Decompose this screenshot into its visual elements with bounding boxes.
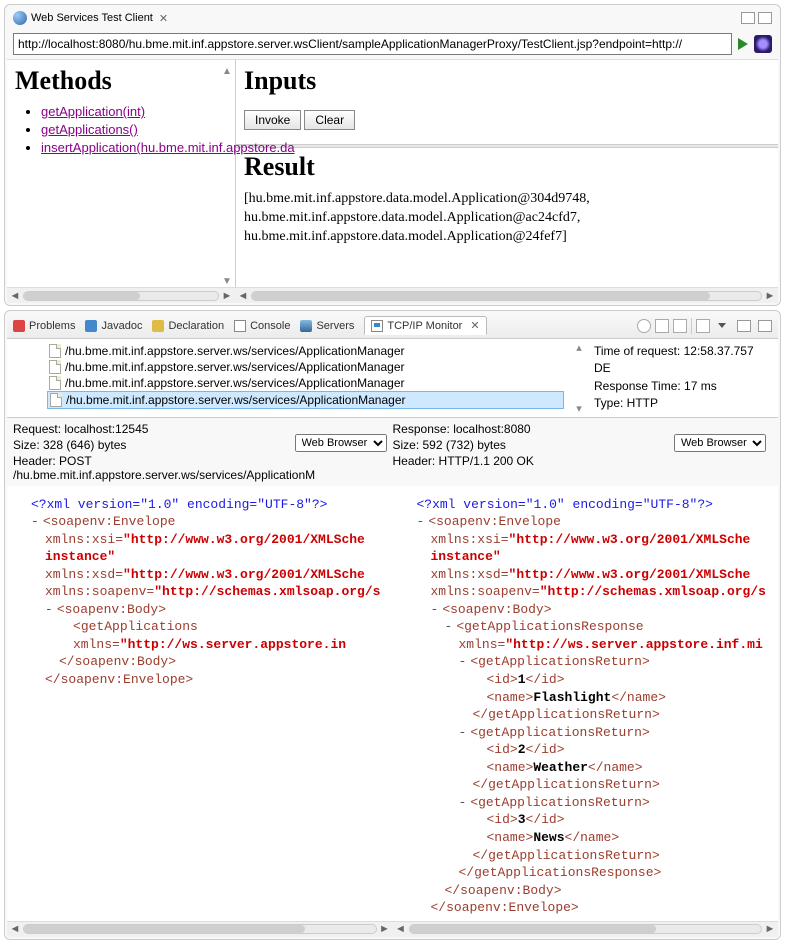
methods-hscroll[interactable]: ◄► <box>7 287 235 303</box>
request-meta: Request: localhost:12545 Size: 328 (646)… <box>13 422 393 482</box>
request-info: Time of request: 12:58.37.757 DE Respons… <box>588 339 778 417</box>
response-xml-hscroll[interactable]: ◄► <box>393 921 779 937</box>
clear-button[interactable]: Clear <box>304 110 355 130</box>
time-of-request: Time of request: 12:58.37.757 DE <box>594 343 772 378</box>
invoke-button[interactable]: Invoke <box>244 110 301 130</box>
maximize-view-icon[interactable] <box>758 320 772 332</box>
request-row[interactable]: /hu.bme.mit.inf.appstore.server.ws/servi… <box>47 375 564 391</box>
tab-servers[interactable]: Servers <box>300 320 354 332</box>
tab-console[interactable]: Console <box>234 320 290 332</box>
method-link-getapplications[interactable]: getApplications() <box>41 122 138 137</box>
inputs-heading: Inputs <box>244 66 770 96</box>
methods-pane: Methods getApplication(int) getApplicati… <box>7 60 235 287</box>
clear-icon[interactable] <box>655 319 669 333</box>
result-heading: Result <box>244 152 770 182</box>
response-meta: Response: localhost:8080 Size: 592 (732)… <box>393 422 773 482</box>
request-type: Type: HTTP <box>594 395 772 412</box>
method-link-getapplication[interactable]: getApplication(int) <box>41 104 145 119</box>
methods-heading: Methods <box>15 66 227 96</box>
tab-problems[interactable]: Problems <box>13 320 75 332</box>
close-icon[interactable]: ✕ <box>470 319 479 332</box>
request-list-vscroll[interactable]: ▴▾ <box>570 339 588 417</box>
vscroll[interactable]: ▲▼ <box>219 66 235 287</box>
response-time: Response Time: 17 ms <box>594 378 772 395</box>
sort-icon[interactable] <box>637 319 651 333</box>
titlebar: Web Services Test Client ✕ <box>7 7 778 29</box>
request-list: /hu.bme.mit.inf.appstore.server.ws/servi… <box>7 339 570 417</box>
tab-declaration[interactable]: Declaration <box>152 320 224 332</box>
inputs-hscroll[interactable]: ◄► <box>235 287 778 303</box>
tab-strip: Problems Javadoc Declaration Console Ser… <box>7 313 778 339</box>
request-row-selected[interactable]: /hu.bme.mit.inf.appstore.server.ws/servi… <box>47 391 564 409</box>
minimize-view-icon[interactable] <box>737 320 751 332</box>
request-header: Header: POST /hu.bme.mit.inf.appstore.se… <box>13 454 393 482</box>
web-services-test-client-panel: Web Services Test Client ✕ Methods getAp… <box>4 4 781 306</box>
result-text: [hu.bme.mit.inf.appstore.data.model.Appl… <box>244 190 770 247</box>
properties-icon[interactable] <box>696 319 710 333</box>
view-toolbar <box>637 318 772 334</box>
pane-divider[interactable] <box>236 144 778 148</box>
request-row[interactable]: /hu.bme.mit.inf.appstore.server.ws/servi… <box>47 343 564 359</box>
pin-icon[interactable] <box>673 319 687 333</box>
view-menu-icon[interactable] <box>718 323 726 328</box>
bottom-panel: Problems Javadoc Declaration Console Ser… <box>4 310 781 940</box>
maximize-icon[interactable] <box>758 12 772 24</box>
url-bar <box>7 29 778 59</box>
tab-tcpip-monitor[interactable]: TCP/IP Monitor✕ <box>364 316 486 335</box>
response-viewer-select[interactable]: Web Browser <box>674 434 766 452</box>
tab-javadoc[interactable]: Javadoc <box>85 320 142 332</box>
url-input[interactable] <box>13 33 732 55</box>
document-icon <box>49 360 61 374</box>
inputs-pane: Inputs Invoke Clear Result [hu.bme.mit.i… <box>235 60 778 287</box>
request-xml-hscroll[interactable]: ◄► <box>7 921 393 937</box>
request-xml: <?xml version="1.0" encoding="UTF-8"?> -… <box>7 486 393 921</box>
document-icon <box>49 344 61 358</box>
response-header: Header: HTTP/1.1 200 OK <box>393 454 773 468</box>
request-row[interactable]: /hu.bme.mit.inf.appstore.server.ws/servi… <box>47 359 564 375</box>
document-icon <box>50 393 62 407</box>
request-viewer-select[interactable]: Web Browser <box>295 434 387 452</box>
tab-title: Web Services Test Client <box>31 12 153 24</box>
response-xml: <?xml version="1.0" encoding="UTF-8"?> -… <box>393 486 779 921</box>
minimize-icon[interactable] <box>741 12 755 24</box>
method-link-insertapplication[interactable]: insertApplication(hu.bme.mit.inf.appstor… <box>41 140 295 155</box>
close-tab-icon[interactable]: ✕ <box>159 12 168 25</box>
globe-icon <box>13 11 27 25</box>
document-icon <box>49 376 61 390</box>
go-icon[interactable] <box>738 38 748 50</box>
eclipse-icon[interactable] <box>754 35 772 53</box>
